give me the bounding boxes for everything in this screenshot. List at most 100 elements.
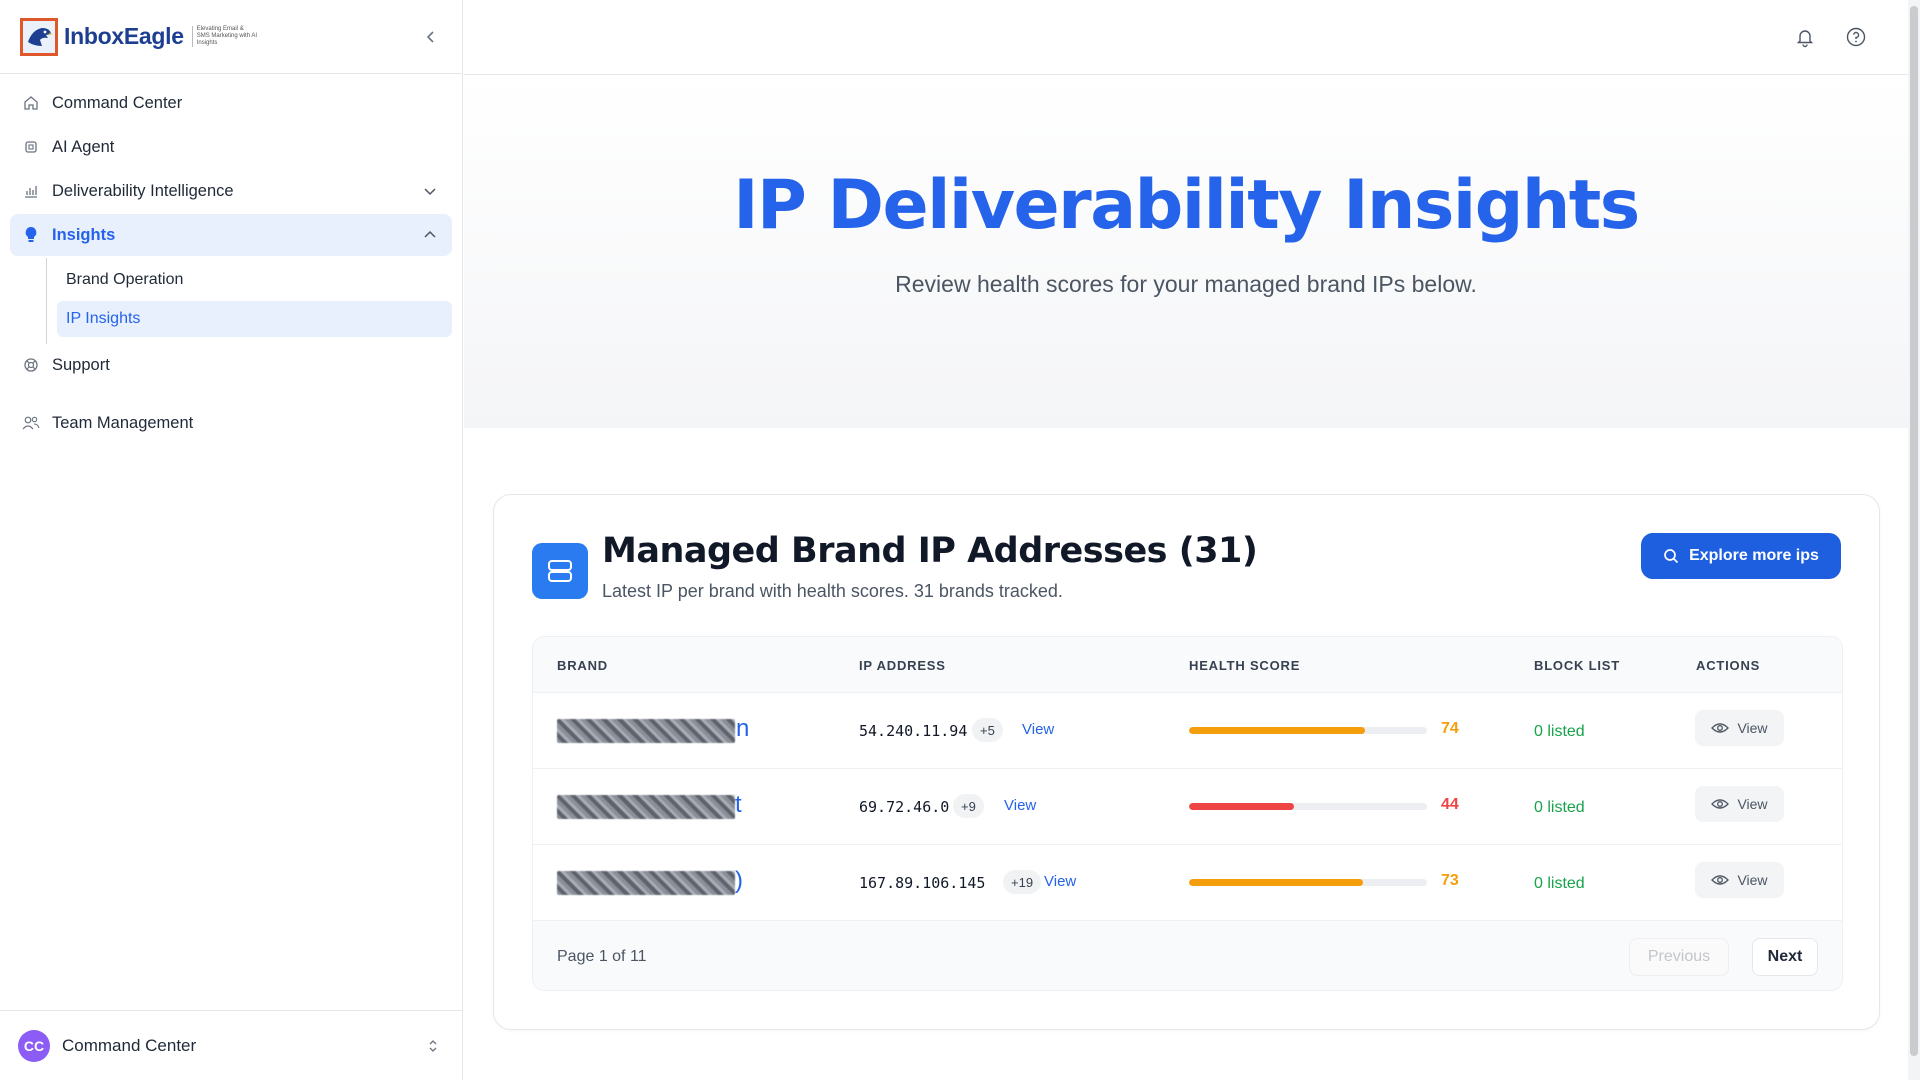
collapse-sidebar-button[interactable] — [420, 26, 442, 48]
explore-more-ips-button[interactable]: Explore more ips — [1641, 533, 1841, 579]
health-score-fill — [1189, 879, 1363, 886]
chevron-left-icon — [426, 31, 434, 43]
table-pagination: Page 1 of 11 Previous Next — [533, 920, 1842, 990]
column-header-actions: ACTIONS — [1696, 658, 1761, 673]
chevron-up-icon — [424, 230, 436, 238]
brand-name-redacted — [557, 871, 735, 895]
sidebar-item-label: AI Agent — [52, 137, 115, 156]
eye-icon — [1711, 723, 1730, 733]
bell-icon[interactable] — [1794, 26, 1816, 48]
card-title: Managed Brand IP Addresses (31) — [602, 531, 1258, 571]
workspace-name: Command Center — [62, 1035, 197, 1055]
sidebar-item-label: Deliverability Intelligence — [52, 181, 234, 200]
sidebar-item-insights[interactable]: Insights — [10, 214, 452, 256]
sidebar-item-deliverability-intelligence[interactable]: Deliverability Intelligence — [10, 170, 452, 212]
ip-view-link[interactable]: View — [1004, 797, 1036, 814]
ip-view-link[interactable]: View — [1044, 873, 1076, 890]
table-row: n 54.240.11.94 +5 View 74 0 listed View — [533, 692, 1842, 768]
extra-ips-badge: +9 — [953, 794, 984, 818]
sidebar-item-ip-insights[interactable]: IP Insights — [57, 301, 452, 337]
view-button[interactable]: View — [1695, 862, 1784, 898]
sidebar-item-team-management[interactable]: Team Management — [10, 402, 452, 444]
brand-name-redacted — [557, 795, 735, 819]
extra-ips-badge: +5 — [972, 718, 1003, 742]
sidebar-item-ai-agent[interactable]: AI Agent — [10, 126, 452, 168]
avatar: CC — [18, 1029, 50, 1062]
scrollbar-thumb[interactable] — [1910, 6, 1918, 1056]
block-list-status: 0 listed — [1534, 799, 1585, 816]
card-subtitle: Latest IP per brand with health scores. … — [602, 581, 1063, 601]
workspace-switcher[interactable]: CC Command Center — [0, 1010, 462, 1080]
sidebar-item-support[interactable]: Support — [10, 344, 452, 386]
table-row: ) 167.89.106.145 +19 View 73 0 listed Vi… — [533, 844, 1842, 920]
health-score-fill — [1189, 727, 1366, 734]
next-page-button[interactable]: Next — [1752, 938, 1818, 976]
cpu-icon — [22, 138, 40, 156]
ip-table: BRAND IP ADDRESS HEALTH SCORE BLOCK LIST… — [532, 636, 1843, 991]
view-button[interactable]: View — [1695, 786, 1784, 822]
health-score-bar — [1189, 879, 1427, 886]
bar-chart-icon — [22, 182, 40, 200]
health-score-bar — [1189, 727, 1427, 734]
sidebar-item-label: Support — [52, 355, 110, 374]
column-header-health-score: HEALTH SCORE — [1189, 658, 1301, 673]
sidebar-item-label: Insights — [52, 225, 116, 244]
ip-address: 54.240.11.94 — [859, 722, 968, 740]
chevron-down-icon — [424, 188, 436, 196]
eye-icon — [1711, 875, 1730, 885]
extra-ips-badge: +19 — [1003, 870, 1042, 894]
health-score-value: 73 — [1441, 872, 1459, 889]
sidebar-item-label: Command Center — [52, 93, 183, 112]
ip-view-link[interactable]: View — [1022, 721, 1054, 738]
column-header-block-list: BLOCK LIST — [1534, 658, 1620, 673]
table-header: BRAND IP ADDRESS HEALTH SCORE BLOCK LIST… — [533, 637, 1842, 692]
block-list-status: 0 listed — [1534, 875, 1585, 892]
ip-address: 69.72.46.0 — [859, 798, 950, 816]
sidebar: InboxEagle Elevating Email & SMS Marketi… — [0, 0, 463, 1080]
block-list-status: 0 listed — [1534, 723, 1585, 740]
brand-link[interactable]: ) — [735, 867, 743, 895]
sidebar-item-label: Team Management — [52, 413, 194, 432]
hero-section: IP Deliverability Insights Review health… — [464, 76, 1908, 428]
help-icon[interactable] — [1845, 26, 1867, 48]
health-score-value: 44 — [1441, 796, 1459, 813]
previous-page-button[interactable]: Previous — [1629, 938, 1729, 976]
sidebar-header: InboxEagle Elevating Email & SMS Marketi… — [0, 0, 462, 74]
managed-ips-card: Managed Brand IP Addresses (31) Latest I… — [493, 494, 1880, 1030]
page-subtitle: Review health scores for your managed br… — [895, 271, 1477, 297]
sidebar-item-label: Brand Operation — [66, 271, 184, 288]
brand-link[interactable]: t — [735, 791, 742, 819]
lightbulb-icon — [22, 226, 40, 244]
health-score-bar — [1189, 803, 1427, 810]
server-icon — [532, 543, 588, 599]
app-logo-text: InboxEagle — [64, 23, 184, 49]
home-icon — [22, 94, 40, 112]
health-score-fill — [1189, 803, 1294, 810]
view-button[interactable]: View — [1695, 710, 1784, 746]
view-button-label: View — [1737, 720, 1768, 736]
sidebar-item-label: IP Insights — [66, 310, 141, 327]
brand-link[interactable]: n — [736, 715, 749, 743]
top-bar — [464, 0, 1908, 75]
health-score-value: 74 — [1441, 720, 1459, 737]
view-button-label: View — [1737, 872, 1768, 888]
column-header-ip-address: IP ADDRESS — [859, 658, 946, 673]
sidebar-item-brand-operation[interactable]: Brand Operation — [57, 262, 452, 298]
view-button-label: View — [1737, 796, 1768, 812]
eagle-logo-icon — [20, 17, 58, 56]
insights-submenu: Brand Operation IP Insights — [46, 258, 452, 344]
lifebuoy-icon — [22, 356, 40, 374]
column-header-brand: BRAND — [557, 658, 608, 673]
page-scrollbar[interactable] — [1908, 0, 1920, 1080]
sidebar-item-command-center[interactable]: Command Center — [10, 82, 452, 124]
search-icon — [1664, 549, 1679, 564]
page-title: IP Deliverability Insights — [733, 166, 1640, 245]
chevron-up-down-icon — [429, 1040, 437, 1052]
eye-icon — [1711, 799, 1730, 809]
ip-address: 167.89.106.145 — [859, 874, 986, 892]
brand-name-redacted — [557, 719, 735, 743]
page-info: Page 1 of 11 — [557, 948, 647, 965]
explore-button-label: Explore more ips — [1689, 547, 1819, 564]
users-icon — [22, 414, 40, 432]
sidebar-nav: Command Center AI Agent Deliverability I… — [0, 74, 462, 454]
